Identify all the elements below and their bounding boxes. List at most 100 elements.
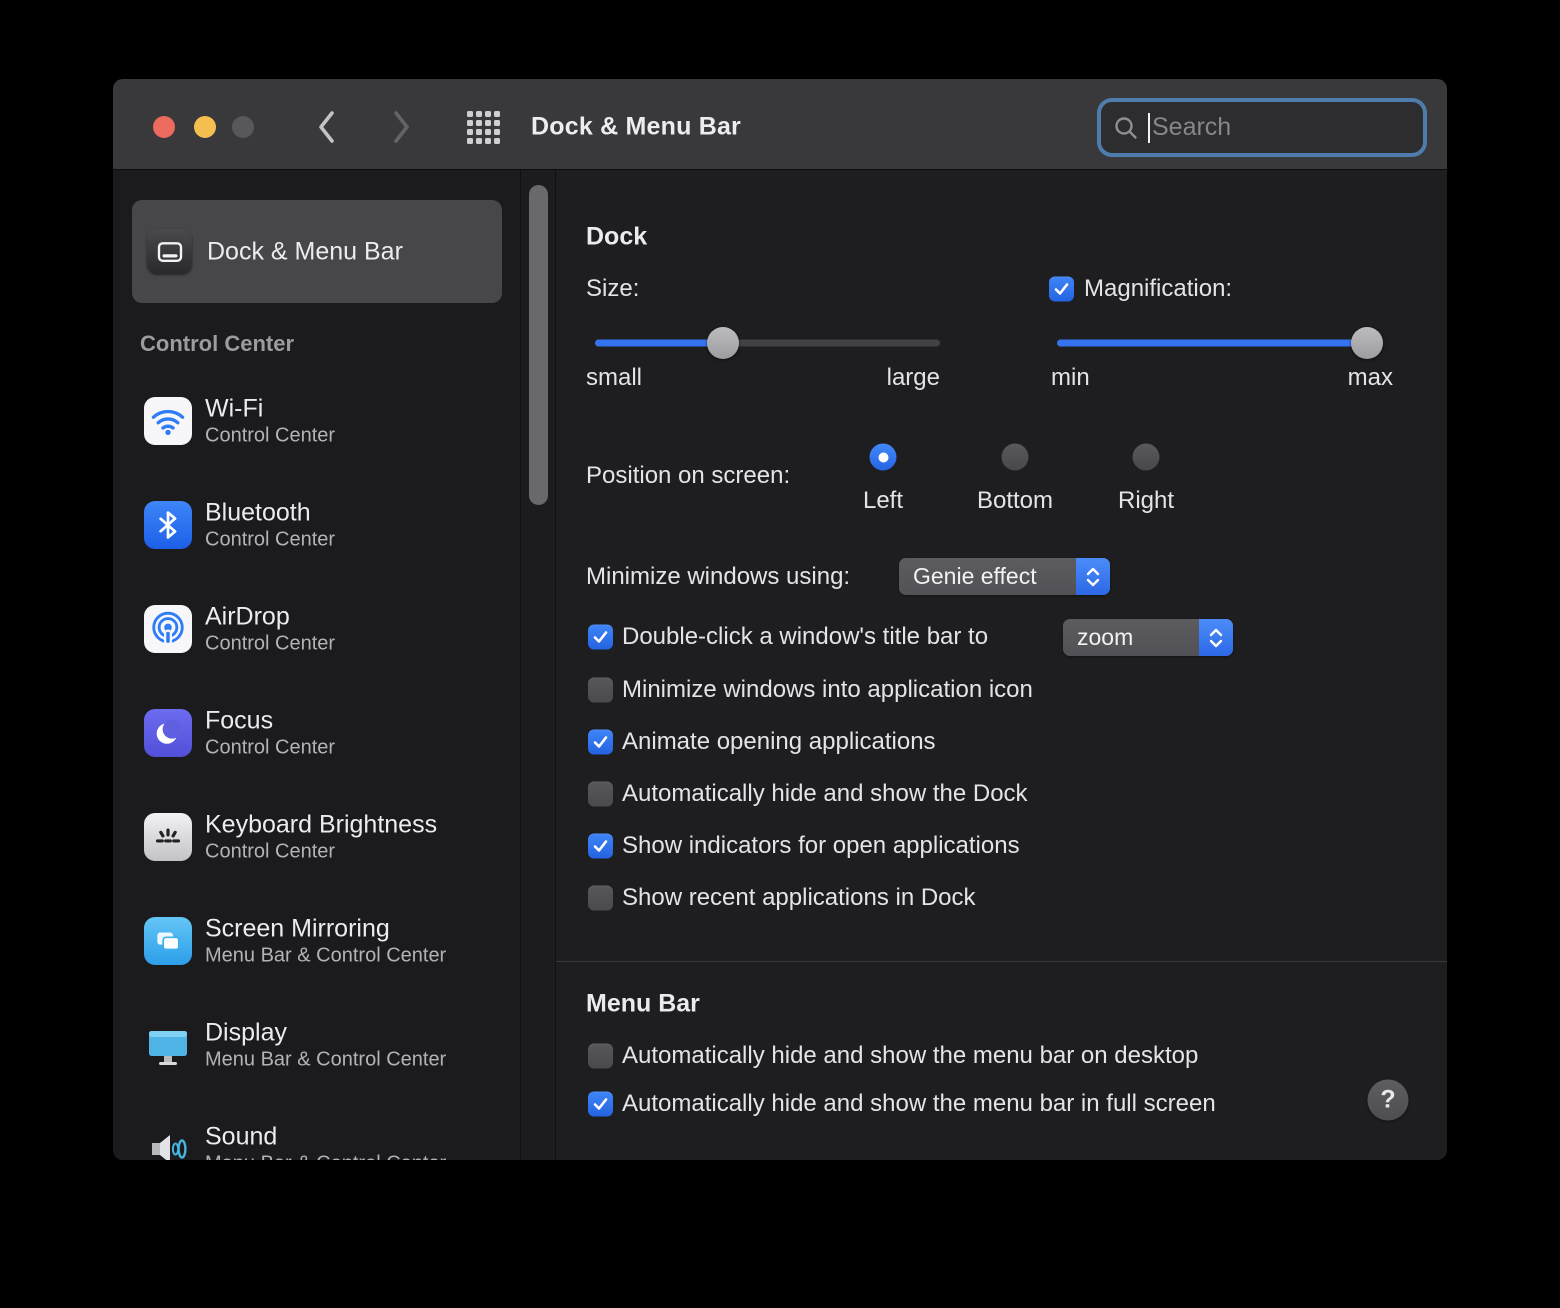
magnification-checkbox[interactable] — [1049, 276, 1074, 302]
magnification-label: Magnification: — [1084, 275, 1233, 302]
sidebar-item-sublabel: Control Center — [205, 736, 336, 759]
checkbox-label: Automatically hide and show the menu bar… — [622, 1090, 1216, 1117]
sidebar-item-sublabel: Menu Bar & Control Center — [205, 944, 447, 967]
forward-button[interactable] — [381, 103, 421, 151]
double-click-action-dropdown[interactable]: zoom — [1063, 619, 1233, 656]
sidebar-item-sublabel: Menu Bar & Control Center — [205, 1048, 447, 1071]
position-option-label: Left — [862, 487, 904, 514]
checkmark-icon — [1054, 283, 1069, 295]
sidebar-item-wifi[interactable]: Wi-Fi Control Center — [113, 373, 520, 469]
show-indicators-checkbox[interactable] — [588, 833, 613, 859]
magnification-slider[interactable] — [1057, 327, 1384, 359]
close-button[interactable] — [153, 116, 175, 138]
settings-window: Dock & Menu Bar Dock & Menu Bar Control … — [113, 79, 1447, 1160]
chevron-up-down-icon — [1199, 619, 1233, 656]
title-bar: Dock & Menu Bar — [113, 79, 1447, 170]
slider-thumb[interactable] — [706, 327, 739, 359]
sidebar-item-label: Display — [205, 1018, 287, 1047]
text-caret — [1148, 112, 1150, 143]
checkbox-label: Automatically hide and show the Dock — [622, 780, 1028, 807]
dropdown-value: zoom — [1077, 624, 1134, 650]
sidebar-item-sublabel: Menu Bar & Control Center — [205, 1152, 446, 1161]
menu-bar-section-title: Menu Bar — [586, 989, 700, 1018]
sidebar-section-header: Control Center — [140, 331, 294, 356]
sidebar-item-label: AirDrop — [205, 602, 290, 631]
sidebar-item-sublabel: Control Center — [205, 632, 336, 655]
sidebar-item-label: Wi-Fi — [205, 394, 264, 423]
animate-opening-checkbox[interactable] — [588, 729, 613, 755]
minimize-effect-dropdown[interactable]: Genie effect — [899, 558, 1110, 595]
question-mark-icon: ? — [1380, 1085, 1396, 1114]
double-click-checkbox[interactable] — [588, 624, 613, 650]
screen-mirroring-icon — [144, 917, 192, 965]
auto-hide-menubar-desktop-checkbox[interactable] — [588, 1043, 613, 1069]
position-option-label: Bottom — [976, 487, 1054, 514]
help-button[interactable]: ? — [1367, 1079, 1409, 1121]
chevron-right-icon — [394, 111, 409, 143]
chevron-up-down-icon — [1076, 558, 1110, 595]
position-radio-left[interactable] — [869, 443, 897, 471]
checkbox-label: Show recent applications in Dock — [622, 884, 976, 911]
magnification-min-label: min — [1051, 364, 1090, 391]
chevron-left-icon — [319, 111, 334, 143]
section-divider — [556, 961, 1447, 962]
sidebar-item-airdrop[interactable]: AirDrop Control Center — [113, 581, 520, 677]
zoom-button — [232, 116, 254, 138]
sidebar-scrollbar — [520, 170, 556, 1160]
search-field[interactable] — [1097, 98, 1427, 157]
airdrop-icon — [144, 605, 192, 653]
position-radio-bottom[interactable] — [1001, 443, 1029, 471]
checkbox-label: Automatically hide and show the menu bar… — [622, 1042, 1199, 1069]
slider-thumb[interactable] — [1351, 327, 1384, 359]
sidebar: Dock & Menu Bar Control Center Wi-Fi Cont… — [113, 170, 520, 1160]
size-slider[interactable] — [595, 327, 940, 359]
sidebar-item-label: Screen Mirroring — [205, 914, 390, 943]
position-radio-right[interactable] — [1132, 443, 1160, 471]
sidebar-item-label: Bluetooth — [205, 498, 311, 527]
show-recent-apps-checkbox[interactable] — [588, 885, 613, 911]
checkmark-icon — [593, 631, 608, 643]
show-all-grid-icon[interactable] — [461, 110, 505, 144]
size-max-label: large — [886, 364, 940, 391]
dock-icon — [147, 229, 192, 274]
sidebar-item-sublabel: Control Center — [205, 424, 336, 447]
checkbox-label: Minimize windows into application icon — [622, 676, 1033, 703]
search-icon — [1115, 116, 1137, 139]
auto-hide-menubar-fullscreen-checkbox[interactable] — [588, 1091, 613, 1117]
position-label: Position on screen: — [586, 462, 791, 489]
size-min-label: small — [586, 364, 643, 391]
sidebar-item-keyboard-brightness[interactable]: Keyboard Brightness Control Center — [113, 789, 520, 885]
sidebar-item-label: Focus — [205, 706, 274, 735]
moon-icon — [144, 709, 192, 757]
checkbox-label: Show indicators for open applications — [622, 832, 1020, 859]
dock-section-title: Dock — [586, 222, 648, 251]
minimize-button[interactable] — [194, 116, 216, 138]
sidebar-item-dock-menu-bar[interactable]: Dock & Menu Bar — [132, 200, 502, 303]
keyboard-brightness-icon — [144, 813, 192, 861]
wifi-icon — [144, 397, 192, 445]
minimize-using-label: Minimize windows using: — [586, 563, 851, 590]
scrollbar-thumb[interactable] — [529, 185, 548, 505]
sidebar-item-label: Sound — [205, 1122, 278, 1151]
speaker-icon — [144, 1125, 192, 1160]
checkbox-label: Animate opening applications — [622, 728, 936, 755]
sidebar-item-label: Dock & Menu Bar — [207, 237, 403, 265]
minimize-into-icon-checkbox[interactable] — [588, 677, 613, 703]
sidebar-item-sublabel: Control Center — [205, 840, 336, 863]
double-click-label: Double-click a window's title bar to — [622, 623, 989, 650]
sidebar-item-bluetooth[interactable]: Bluetooth Control Center — [113, 477, 520, 573]
bluetooth-icon — [144, 501, 192, 549]
auto-hide-dock-checkbox[interactable] — [588, 781, 613, 807]
page-title: Dock & Menu Bar — [531, 112, 741, 141]
sidebar-item-screen-mirroring[interactable]: Screen Mirroring Menu Bar & Control Cente… — [113, 893, 520, 989]
sidebar-item-label: Keyboard Brightness — [205, 810, 438, 839]
display-icon — [144, 1021, 192, 1069]
sidebar-item-display[interactable]: Display Menu Bar & Control Center — [113, 997, 520, 1093]
dropdown-value: Genie effect — [913, 563, 1037, 589]
magnification-max-label: max — [1347, 364, 1393, 391]
sidebar-item-sound[interactable]: SoundMenu Bar & Control Center — [113, 1101, 520, 1160]
sidebar-item-focus[interactable]: Focus Control Center — [113, 685, 520, 781]
search-input[interactable] — [1152, 113, 1411, 142]
back-button[interactable] — [307, 103, 347, 151]
size-label: Size: — [586, 275, 640, 302]
